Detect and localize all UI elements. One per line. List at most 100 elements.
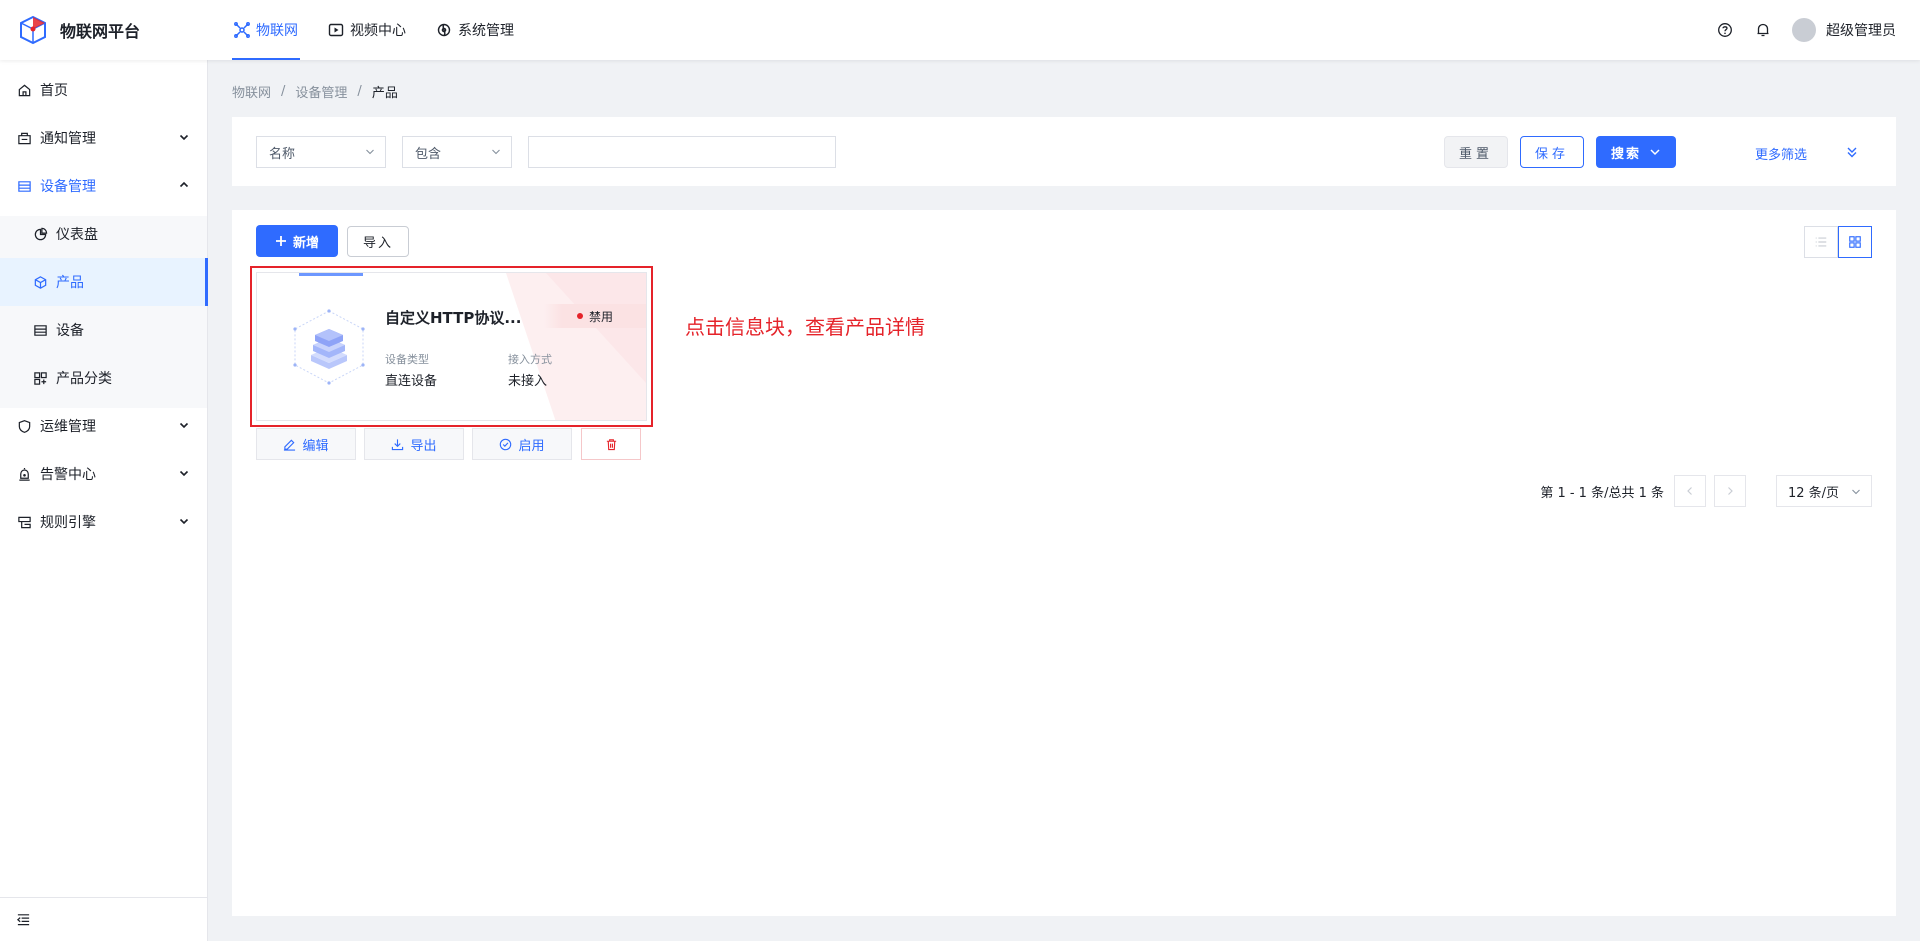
rule-engine-icon — [16, 514, 32, 530]
filter-operator-select[interactable]: 包含 — [402, 136, 512, 168]
sidebar-item-notification[interactable]: 通知管理 — [0, 114, 208, 162]
access-mode-label: 接入方式 — [508, 353, 552, 366]
avatar — [1792, 18, 1816, 42]
device-type-value: 直连设备 — [385, 374, 438, 389]
breadcrumb-separator: / — [281, 83, 286, 99]
topnav-system-label: 系统管理 — [458, 23, 514, 39]
reset-button[interactable]: 重置 — [1444, 136, 1508, 168]
help-icon[interactable] — [1716, 21, 1734, 39]
breadcrumb-item[interactable]: 物联网 — [232, 82, 271, 101]
device-type-label: 设备类型 — [385, 353, 429, 366]
sidebar-item-label: 通知管理 — [40, 131, 96, 147]
sidebar-item-label: 产品 — [56, 275, 84, 291]
topnav-video[interactable]: 视频中心 — [326, 0, 408, 60]
list-view-icon — [1815, 237, 1827, 247]
sidebar: 首页 通知管理 设备管理 仪表盘 产品 设备 产品分类 运维管理 告警中心 规则… — [0, 60, 208, 941]
export-label: 导出 — [410, 438, 437, 454]
chevron-down-icon — [492, 149, 500, 155]
edit-label: 编辑 — [302, 438, 329, 454]
status-dot — [576, 313, 583, 319]
plus-icon — [275, 236, 286, 246]
filter-panel: 名称 包含 重置 保存 搜索 更多筛选 — [232, 117, 1896, 186]
app-logo[interactable]: 物联网平台 — [18, 14, 140, 46]
double-chevron-down-icon[interactable] — [1844, 144, 1860, 160]
add-button-label: 新增 — [292, 235, 319, 251]
filter-field-select[interactable]: 名称 — [256, 136, 386, 168]
view-toggle — [1804, 226, 1872, 258]
download-icon — [392, 438, 404, 450]
chevron-down-icon — [179, 470, 189, 477]
filter-operator-value: 包含 — [415, 146, 442, 162]
filter-field-value: 名称 — [269, 146, 296, 162]
filter-value-input[interactable] — [528, 136, 836, 168]
delete-button[interactable] — [581, 428, 641, 460]
hint-annotation: 点击信息块，查看产品详情 — [685, 315, 925, 339]
breadcrumb-current: 产品 — [371, 85, 398, 101]
user-name: 超级管理员 — [1826, 23, 1896, 39]
video-icon — [328, 23, 344, 37]
card-view-button[interactable] — [1838, 226, 1872, 258]
device-icon — [32, 322, 48, 338]
status-label: 禁用 — [588, 309, 613, 324]
product-card[interactable]: 自定义HTTP协议... 禁用 设备类型 直连设备 接入方式 未接入 — [256, 272, 647, 421]
sidebar-item-label: 产品分类 — [56, 371, 112, 387]
product-image-icon — [293, 309, 365, 385]
search-button[interactable]: 搜索 — [1596, 136, 1676, 168]
edit-button[interactable]: 编辑 — [256, 428, 356, 460]
bell-icon[interactable] — [1754, 21, 1772, 39]
topnav-system[interactable]: 系统管理 — [434, 0, 516, 60]
alarm-icon — [16, 466, 32, 482]
enable-button[interactable]: 启用 — [472, 428, 572, 460]
sidebar-item-alarm[interactable]: 告警中心 — [0, 450, 208, 498]
trash-icon — [606, 438, 616, 450]
chevron-left-icon — [1687, 487, 1692, 495]
card-top-accent — [299, 273, 363, 276]
sidebar-item-device-management[interactable]: 设备管理 — [0, 162, 208, 210]
sidebar-item-operations[interactable]: 运维管理 — [0, 402, 208, 450]
sidebar-item-dashboard[interactable]: 仪表盘 — [0, 210, 208, 258]
next-page-button[interactable] — [1714, 475, 1746, 507]
import-button[interactable]: 导入 — [347, 226, 409, 257]
logo-icon — [20, 15, 46, 45]
chevron-down-icon — [366, 149, 374, 155]
sidebar-collapse-button[interactable] — [0, 897, 207, 941]
card-decoration — [506, 273, 646, 420]
add-product-button[interactable]: 新增 — [256, 225, 338, 257]
header-actions: 超级管理员 — [1716, 0, 1896, 60]
menu-fold-icon — [16, 914, 30, 926]
topnav-iot[interactable]: 物联网 — [232, 0, 300, 60]
more-filter-link[interactable]: 更多筛选 — [1755, 144, 1807, 163]
edit-icon — [284, 439, 296, 451]
export-button[interactable]: 导出 — [364, 428, 464, 460]
product-icon — [32, 274, 48, 290]
access-mode-value: 未接入 — [508, 374, 548, 389]
sidebar-item-rule-engine[interactable]: 规则引擎 — [0, 498, 208, 546]
sidebar-item-label: 设备 — [56, 323, 84, 339]
sidebar-item-product[interactable]: 产品 — [0, 258, 208, 306]
system-icon — [437, 23, 451, 37]
enable-label: 启用 — [518, 438, 545, 454]
prev-page-button[interactable] — [1674, 475, 1706, 507]
save-button[interactable]: 保存 — [1520, 136, 1584, 168]
topnav-iot-label: 物联网 — [256, 23, 298, 39]
sidebar-item-device[interactable]: 设备 — [0, 306, 208, 354]
user-menu[interactable]: 超级管理员 — [1792, 18, 1896, 42]
breadcrumb-item[interactable]: 设备管理 — [295, 82, 347, 101]
list-view-button[interactable] — [1804, 226, 1838, 258]
page-size-value: 12 条/页 — [1788, 485, 1840, 501]
sidebar-item-product-category[interactable]: 产品分类 — [0, 354, 208, 402]
sidebar-item-label: 设备管理 — [40, 179, 96, 195]
product-title: 自定义HTTP协议... — [385, 309, 522, 327]
dashboard-icon — [32, 226, 48, 242]
chevron-up-icon — [179, 181, 189, 188]
chevron-right-icon — [1728, 487, 1733, 495]
notification-icon — [16, 130, 32, 146]
pagination: 第 1 - 1 条/总共 1 条 12 条/页 — [1540, 475, 1872, 507]
sidebar-item-home[interactable]: 首页 — [0, 66, 208, 114]
app-title: 物联网平台 — [60, 22, 141, 41]
sidebar-item-label: 首页 — [40, 83, 68, 99]
status-badge: 禁用 — [544, 304, 646, 328]
breadcrumb-separator: / — [357, 83, 362, 99]
page-size-select[interactable]: 12 条/页 — [1776, 475, 1872, 507]
sidebar-item-label: 告警中心 — [40, 467, 96, 483]
